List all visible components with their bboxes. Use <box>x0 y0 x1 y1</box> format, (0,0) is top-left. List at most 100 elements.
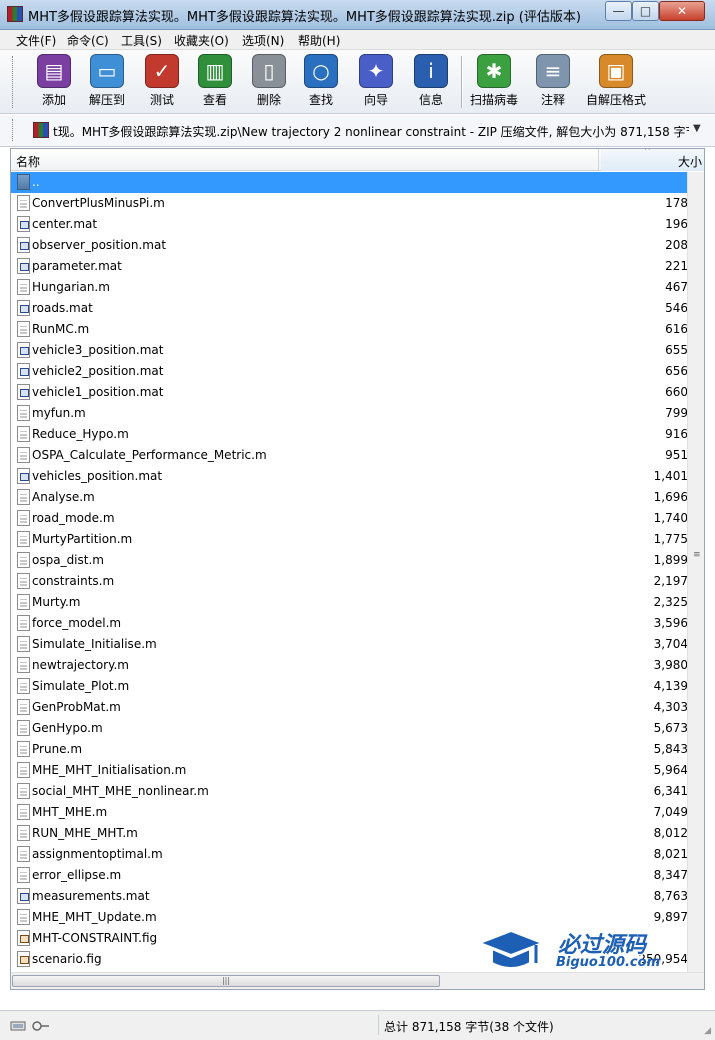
file-name: social_MHT_MHE_nonlinear.m <box>32 784 209 798</box>
m-file-icon <box>17 846 30 862</box>
toolbar-button-label: 向导 <box>363 93 388 107</box>
toolbar-button-info[interactable]: i 信息 <box>403 54 459 110</box>
menu-commands[interactable]: 命令(C) <box>67 32 109 49</box>
toolbar-button-sfx-box[interactable]: ▣ 自解压格式 <box>582 54 650 110</box>
file-name: RunMC.m <box>32 322 90 336</box>
file-row[interactable]: Reduce_Hypo.m 916 <box>11 424 704 445</box>
winrar-app-icon[interactable] <box>7 6 23 22</box>
file-list[interactable]: 名称 ^ 大小 .. ConvertPlusMinusPi.m 178 center.… <box>10 148 705 990</box>
file-row[interactable]: social_MHT_MHE_nonlinear.m 6,341 <box>11 781 704 802</box>
maximize-button[interactable]: □ <box>632 1 659 21</box>
column-divider[interactable] <box>598 149 599 171</box>
file-row[interactable]: Simulate_Plot.m 4,139 <box>11 676 704 697</box>
toolbar-button-delete-trash[interactable]: ▯ 删除 <box>241 54 297 110</box>
close-button[interactable]: ✕ <box>659 1 705 21</box>
file-row[interactable]: newtrajectory.m 3,980 <box>11 655 704 676</box>
file-row[interactable]: RunMC.m 616 <box>11 319 704 340</box>
minimize-button[interactable]: — <box>605 1 632 21</box>
scan-virus-icon: ✱ <box>477 54 511 88</box>
file-row[interactable]: error_ellipse.m 8,347 <box>11 865 704 886</box>
toolbar-button-comment[interactable]: ≡ 注释 <box>525 54 581 110</box>
file-row[interactable]: center.mat 196 <box>11 214 704 235</box>
file-row[interactable]: MHT_MHE.m 7,049 <box>11 802 704 823</box>
vertical-scrollbar[interactable]: ≡ <box>687 172 704 972</box>
menu-favorites[interactable]: 收藏夹(O) <box>174 32 229 49</box>
m-file-icon <box>17 741 30 757</box>
toolbar-button-add-books[interactable]: ▤ 添加 <box>26 54 82 110</box>
file-row[interactable]: OSPA_Calculate_Performance_Metric.m 951 <box>11 445 704 466</box>
m-file-icon <box>17 426 30 442</box>
toolbar-grip[interactable] <box>12 56 15 108</box>
m-file-icon <box>17 804 30 820</box>
mat-file-icon <box>17 468 30 484</box>
file-row[interactable]: Murty.m 2,325 <box>11 592 704 613</box>
file-row[interactable]: parameter.mat 221 <box>11 256 704 277</box>
status-icons[interactable] <box>10 1019 50 1033</box>
file-row[interactable]: Simulate_Initialise.m 3,704 <box>11 634 704 655</box>
file-row[interactable]: Analyse.m 1,696 <box>11 487 704 508</box>
file-row[interactable]: Hungarian.m 467 <box>11 277 704 298</box>
file-row[interactable]: myfun.m 799 <box>11 403 704 424</box>
file-row[interactable]: ConvertPlusMinusPi.m 178 <box>11 193 704 214</box>
m-file-icon <box>17 489 30 505</box>
menu-file[interactable]: 文件(F) <box>16 32 56 49</box>
file-name: OSPA_Calculate_Performance_Metric.m <box>32 448 267 462</box>
file-row[interactable]: RUN_MHE_MHT.m 8,012 <box>11 823 704 844</box>
file-row[interactable]: assignmentoptimal.m 8,021 <box>11 844 704 865</box>
file-name: .. <box>32 175 40 189</box>
file-row[interactable]: GenProbMat.m 4,303 <box>11 697 704 718</box>
resize-grip-icon[interactable]: ◢ <box>704 1026 711 1036</box>
file-row[interactable]: GenHypo.m 5,673 <box>11 718 704 739</box>
toolbar-button-test-clipboard[interactable]: ✓ 测试 <box>134 54 190 110</box>
file-row[interactable]: vehicles_position.mat 1,401 <box>11 466 704 487</box>
file-size: 5,964 <box>653 763 688 777</box>
file-name: RUN_MHE_MHT.m <box>32 826 138 840</box>
parent-folder-row[interactable]: .. <box>11 172 704 193</box>
menu-options[interactable]: 选项(N) <box>242 32 284 49</box>
file-row[interactable]: road_mode.m 1,740 <box>11 508 704 529</box>
m-file-icon <box>17 615 30 631</box>
file-size: 655 <box>665 343 688 357</box>
m-file-icon <box>17 195 30 211</box>
m-file-icon <box>17 909 30 925</box>
file-name: newtrajectory.m <box>32 658 129 672</box>
file-row[interactable]: vehicle2_position.mat 656 <box>11 361 704 382</box>
file-name: Simulate_Plot.m <box>32 679 130 693</box>
file-name: measurements.mat <box>32 889 150 903</box>
find-magnifier-icon: ○ <box>304 54 338 88</box>
address-path[interactable]: t现。MHT多假设跟踪算法实现.zip\New trajectory 2 non… <box>53 123 689 140</box>
file-name: error_ellipse.m <box>32 868 122 882</box>
file-row[interactable]: MurtyPartition.m 1,775 <box>11 529 704 550</box>
file-row[interactable]: roads.mat 546 <box>11 298 704 319</box>
toolbar-button-scan-virus[interactable]: ✱ 扫描病毒 <box>466 54 522 110</box>
menu-tools[interactable]: 工具(S) <box>121 32 162 49</box>
file-row[interactable]: observer_position.mat 208 <box>11 235 704 256</box>
file-row[interactable]: force_model.m 3,596 <box>11 613 704 634</box>
m-file-icon <box>17 636 30 652</box>
file-name: GenHypo.m <box>32 721 103 735</box>
column-header-name[interactable]: 名称 <box>16 153 40 170</box>
file-name: MHT-CONSTRAINT.fig <box>32 931 158 945</box>
file-size: 9,897 <box>653 910 688 924</box>
file-row[interactable]: vehicle1_position.mat 660 <box>11 382 704 403</box>
file-row[interactable]: ospa_dist.m 1,899 <box>11 550 704 571</box>
file-name: myfun.m <box>32 406 86 420</box>
toolbar-button-label: 测试 <box>149 93 174 107</box>
toolbar-button-wizard-wand[interactable]: ✦ 向导 <box>348 54 404 110</box>
menu-help[interactable]: 帮助(H) <box>298 32 340 49</box>
file-row[interactable]: constraints.m 2,197 <box>11 571 704 592</box>
toolbar-button-find-magnifier[interactable]: ○ 查找 <box>293 54 349 110</box>
file-row[interactable]: measurements.mat 8,763 <box>11 886 704 907</box>
file-name: MHE_MHT_Initialisation.m <box>32 763 187 777</box>
column-header-size[interactable]: ^ 大小 <box>601 149 704 171</box>
address-grip[interactable] <box>12 119 15 141</box>
horizontal-scroll-thumb[interactable]: ||| <box>12 975 440 987</box>
file-name: ospa_dist.m <box>32 553 104 567</box>
file-row[interactable]: vehicle3_position.mat 655 <box>11 340 704 361</box>
address-dropdown-icon[interactable]: ▼ <box>693 123 701 134</box>
test-clipboard-icon: ✓ <box>145 54 179 88</box>
toolbar-button-extract-folder[interactable]: ▭ 解压到 <box>79 54 135 110</box>
file-row[interactable]: Prune.m 5,843 <box>11 739 704 760</box>
toolbar-button-view-book[interactable]: ▥ 查看 <box>187 54 243 110</box>
file-row[interactable]: MHE_MHT_Initialisation.m 5,964 <box>11 760 704 781</box>
